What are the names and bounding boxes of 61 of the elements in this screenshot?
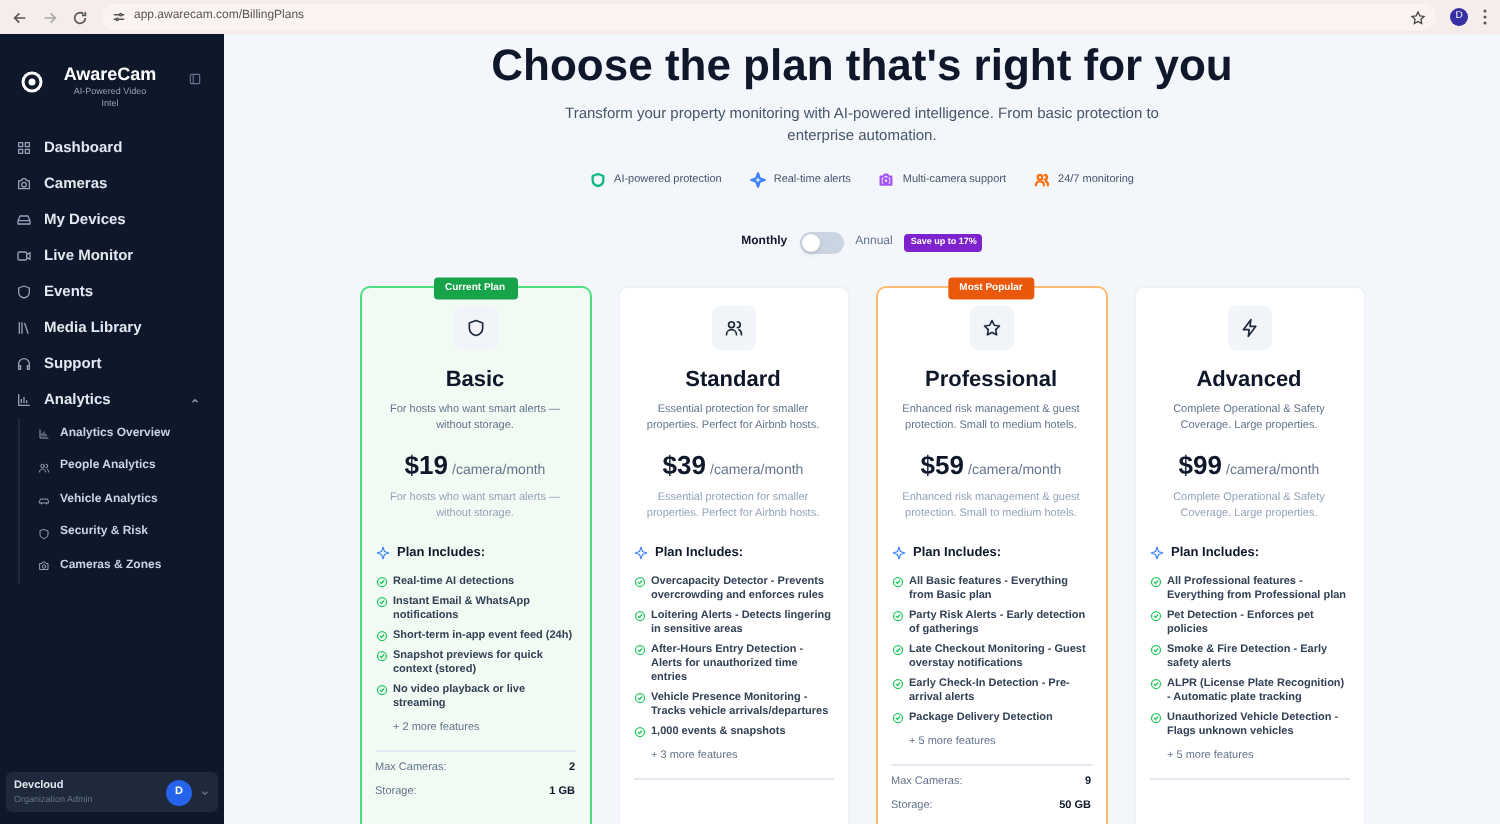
- brand-name: AwareCam: [63, 64, 157, 86]
- bar-chart-icon: [38, 428, 50, 441]
- users-icon: [723, 318, 743, 339]
- dashboard-icon: [16, 140, 32, 156]
- plan-price: $39: [662, 450, 706, 481]
- bar-chart-icon: [16, 392, 32, 408]
- check-circle-icon: [633, 610, 645, 622]
- check-circle-icon: [633, 644, 645, 656]
- chevron-icon[interactable]: [190, 395, 200, 405]
- sparkle-icon: [891, 546, 905, 561]
- logo-icon: [20, 70, 44, 94]
- drive-icon: [16, 212, 32, 228]
- shield-icon: [38, 527, 50, 540]
- reload-icon[interactable]: [72, 9, 88, 25]
- check-circle-icon: [633, 692, 645, 704]
- video-camera-icon: [16, 248, 32, 264]
- plan-name: Standard: [685, 368, 781, 395]
- check-circle-icon: [375, 650, 387, 662]
- check-circle-icon: [1149, 678, 1161, 690]
- users-icon: [38, 461, 50, 474]
- check-circle-icon: [891, 610, 903, 622]
- car-icon: [38, 494, 50, 507]
- plan-name: Advanced: [1196, 368, 1302, 395]
- camera-icon: [16, 176, 32, 192]
- headphones-icon: [16, 356, 32, 372]
- check-circle-icon: [375, 684, 387, 696]
- check-circle-icon: [891, 712, 903, 724]
- billing-toggle[interactable]: [799, 232, 844, 255]
- plan-name: Professional: [924, 368, 1058, 395]
- shield-icon: [465, 318, 485, 339]
- check-circle-icon: [1149, 610, 1161, 622]
- check-circle-icon: [375, 596, 387, 608]
- lightning-icon: [1239, 318, 1259, 339]
- plan-price: $99: [1178, 450, 1222, 481]
- check-circle-icon: [891, 576, 903, 588]
- sparkle-icon: [375, 546, 389, 561]
- check-circle-icon: [1149, 644, 1161, 656]
- shield-icon: [16, 284, 32, 300]
- check-circle-icon: [633, 726, 645, 738]
- check-circle-icon: [633, 576, 645, 588]
- bookmark-star-icon[interactable]: [1410, 9, 1426, 25]
- sparkle-icon: [1149, 546, 1163, 561]
- chevron-down-icon[interactable]: [200, 787, 210, 797]
- site-info-icon[interactable]: [112, 10, 126, 24]
- check-circle-icon: [1149, 576, 1161, 588]
- plan-price: $19: [404, 450, 448, 481]
- star-icon: [981, 318, 1001, 339]
- check-circle-icon: [891, 644, 903, 656]
- back-icon[interactable]: [12, 9, 28, 25]
- books-icon: [16, 320, 32, 336]
- check-circle-icon: [891, 678, 903, 690]
- camera-icon: [38, 560, 50, 573]
- menu-icon[interactable]: [1482, 8, 1488, 26]
- plan-price: $59: [920, 450, 964, 481]
- plan-name: Basic: [445, 368, 505, 395]
- page-title: Choose the plan that's right for you: [491, 40, 1233, 92]
- check-circle-icon: [375, 576, 387, 588]
- check-circle-icon: [1149, 712, 1161, 724]
- check-circle-icon: [375, 630, 387, 642]
- collapse-sidebar-icon[interactable]: [188, 72, 202, 86]
- sparkle-icon: [633, 546, 647, 561]
